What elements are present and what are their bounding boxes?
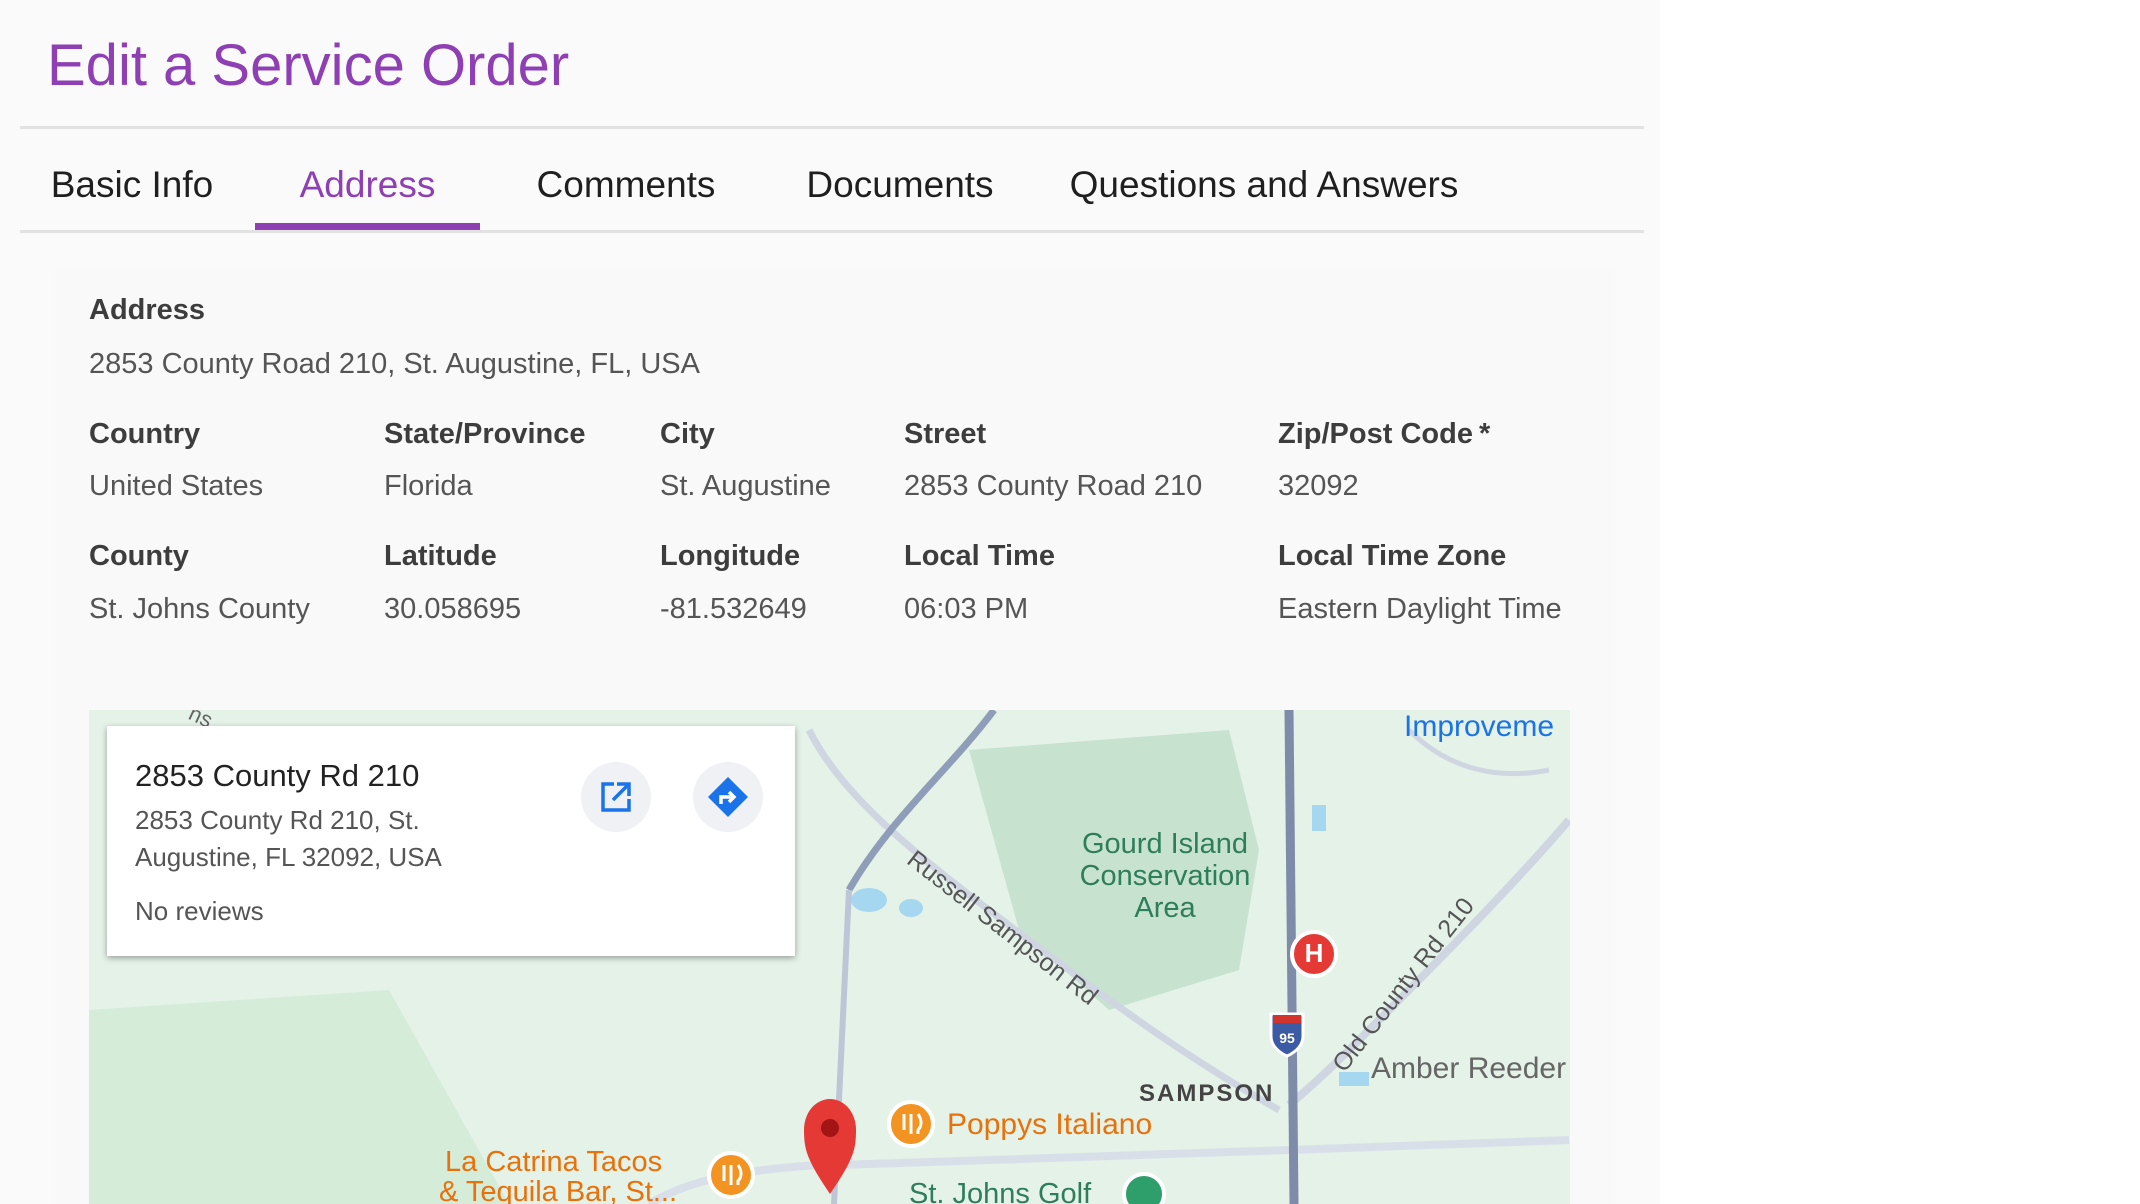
place-address-line-1: 2853 County Rd 210, St. <box>135 805 420 835</box>
latitude-value: 30.058695 <box>384 593 522 625</box>
location-pin-dot <box>821 1119 839 1137</box>
required-mark: * <box>1478 418 1491 450</box>
zip-value: 32092 <box>1278 470 1359 502</box>
map-label-amber-reeder: Amber Reeder <box>1371 1052 1567 1085</box>
map-label-gourd-island-3: Area <box>1134 892 1196 924</box>
open-in-maps-button[interactable] <box>581 762 651 832</box>
page: Edit a Service Order Basic Info Address … <box>0 0 1660 1204</box>
place-address: 2853 County Rd 210, St. Augustine, FL 32… <box>135 802 495 876</box>
map-label-la-catrina-1: La Catrina Tacos <box>445 1146 663 1178</box>
water <box>899 899 923 917</box>
map-place-card: 2853 County Rd 210 2853 County Rd 210, S… <box>107 726 795 956</box>
local-time-value: 06:03 PM <box>904 593 1029 625</box>
page-title: Edit a Service Order <box>47 33 570 98</box>
street-value: 2853 County Road 210 <box>904 470 1203 502</box>
tab-questions-and-answers[interactable]: Questions and Answers <box>1068 130 1460 230</box>
local-time-zone-value: Eastern Daylight Time <box>1278 593 1562 625</box>
directions-button[interactable] <box>693 762 763 832</box>
water <box>851 888 887 912</box>
location-pin-icon[interactable] <box>804 1099 856 1194</box>
country-label: Country <box>89 418 201 450</box>
tab-basic-info[interactable]: Basic Info <box>47 130 217 230</box>
place-address-line-2: Augustine, FL 32092, USA <box>135 842 442 872</box>
latitude-label: Latitude <box>384 540 497 572</box>
place-reviews[interactable]: No reviews <box>135 896 264 927</box>
county-value: St. Johns County <box>89 593 310 625</box>
interstate-shield-band <box>1273 1015 1301 1023</box>
tab-address[interactable]: Address <box>255 130 480 230</box>
address-value: 2853 County Road 210, St. Augustine, FL,… <box>89 348 700 380</box>
zip-label: Zip/Post Code * <box>1278 418 1490 451</box>
road <box>838 1136 1570 1169</box>
interstate-number: 95 <box>1279 1030 1295 1046</box>
country-value: United States <box>89 470 264 502</box>
longitude-value: -81.532649 <box>660 593 807 625</box>
tab-bar: Basic Info Address Comments Documents Qu… <box>20 130 1644 230</box>
map-label-gourd-island-1: Gourd Island <box>1081 828 1249 860</box>
open-in-new-icon <box>601 782 631 812</box>
county-label: County <box>89 540 189 572</box>
hospital-icon: H <box>1304 938 1324 968</box>
map-label-improvement: Improveme <box>1404 710 1555 743</box>
map-label-sampson: SAMPSON <box>1139 1080 1275 1107</box>
tab-documents[interactable]: Documents <box>795 130 1005 230</box>
tab-comments[interactable]: Comments <box>525 130 727 230</box>
map-label-gourd-island-2: Conservation <box>1079 860 1251 892</box>
zip-label-text: Zip/Post Code <box>1278 418 1473 450</box>
city-value: St. Augustine <box>660 470 831 502</box>
map-label-la-catrina-2: & Tequila Bar, St... <box>439 1176 678 1204</box>
golf-marker[interactable] <box>1122 1172 1166 1204</box>
water <box>1339 1072 1369 1086</box>
longitude-label: Longitude <box>660 540 801 572</box>
water <box>1312 805 1326 831</box>
divider <box>20 126 1644 129</box>
city-label: City <box>660 418 715 450</box>
divider <box>20 230 1644 233</box>
local-time-label: Local Time <box>904 540 1055 572</box>
directions-icon <box>708 777 748 817</box>
state-label: State/Province <box>384 418 586 450</box>
local-time-zone-label: Local Time Zone <box>1278 540 1507 572</box>
map-label-st-johns-golf: St. Johns Golf <box>909 1178 1092 1204</box>
state-value: Florida <box>384 470 473 502</box>
place-title: 2853 County Rd 210 <box>135 758 420 793</box>
address-label: Address <box>89 294 206 326</box>
map-label-poppys-italiano: Poppys Italiano <box>947 1108 1153 1141</box>
street-label: Street <box>904 418 987 450</box>
